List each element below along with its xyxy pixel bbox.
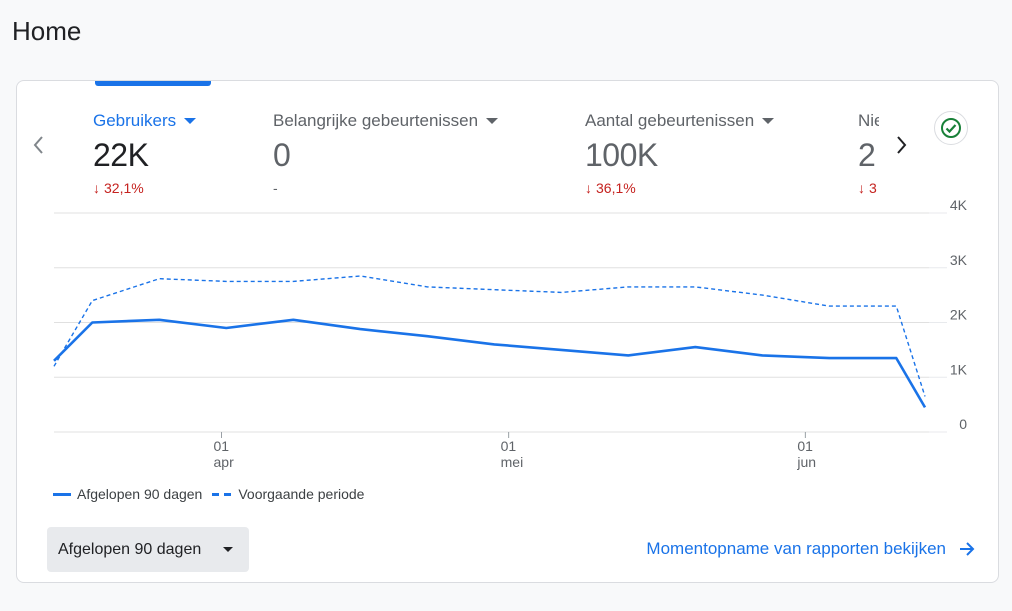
- y-tick-label: 0: [959, 416, 967, 432]
- x-tick-day: 01: [797, 438, 813, 454]
- x-tick-month: mei: [501, 454, 524, 470]
- arrow-right-icon: [960, 542, 975, 556]
- x-tick-day: 01: [214, 438, 230, 454]
- series-previous-period-line: [53, 275, 926, 397]
- y-tick-label: 4K: [950, 197, 968, 213]
- legend-swatch-dashed: [212, 492, 233, 496]
- overview-card: Gebruikers 22K ↓ 32,1% Belangrijke gebeu…: [16, 80, 999, 583]
- y-tick-label: 3K: [950, 252, 968, 268]
- legend-label: Afgelopen 90 dagen: [77, 486, 203, 502]
- y-tick-label: 2K: [950, 307, 968, 323]
- x-tick-month: apr: [214, 454, 235, 470]
- legend-item-previous: Voorgaande periode: [212, 486, 364, 502]
- x-tick-month: jun: [796, 454, 816, 470]
- date-range-value: Afgelopen 90 dagen: [58, 540, 202, 558]
- caret-down-icon: [223, 547, 233, 552]
- x-tick-day: 01: [501, 438, 517, 454]
- chart-legend: Afgelopen 90 dagen Voorgaande periode: [53, 486, 374, 502]
- legend-swatch-solid: [53, 492, 71, 496]
- view-reports-snapshot-link[interactable]: Momentopname van rapporten bekijken: [646, 539, 976, 559]
- series-current-period-line: [53, 318, 927, 409]
- page-title: Home: [12, 16, 82, 46]
- date-range-select[interactable]: Afgelopen 90 dagen: [47, 527, 249, 572]
- legend-label: Voorgaande periode: [238, 486, 365, 502]
- snapshot-link-label: Momentopname van rapporten bekijken: [646, 539, 946, 558]
- y-tick-label: 1K: [950, 361, 968, 377]
- users-line-chart: 01K2K3K4K01apr01mei01jun: [53, 197, 968, 470]
- legend-item-current: Afgelopen 90 dagen: [53, 486, 202, 502]
